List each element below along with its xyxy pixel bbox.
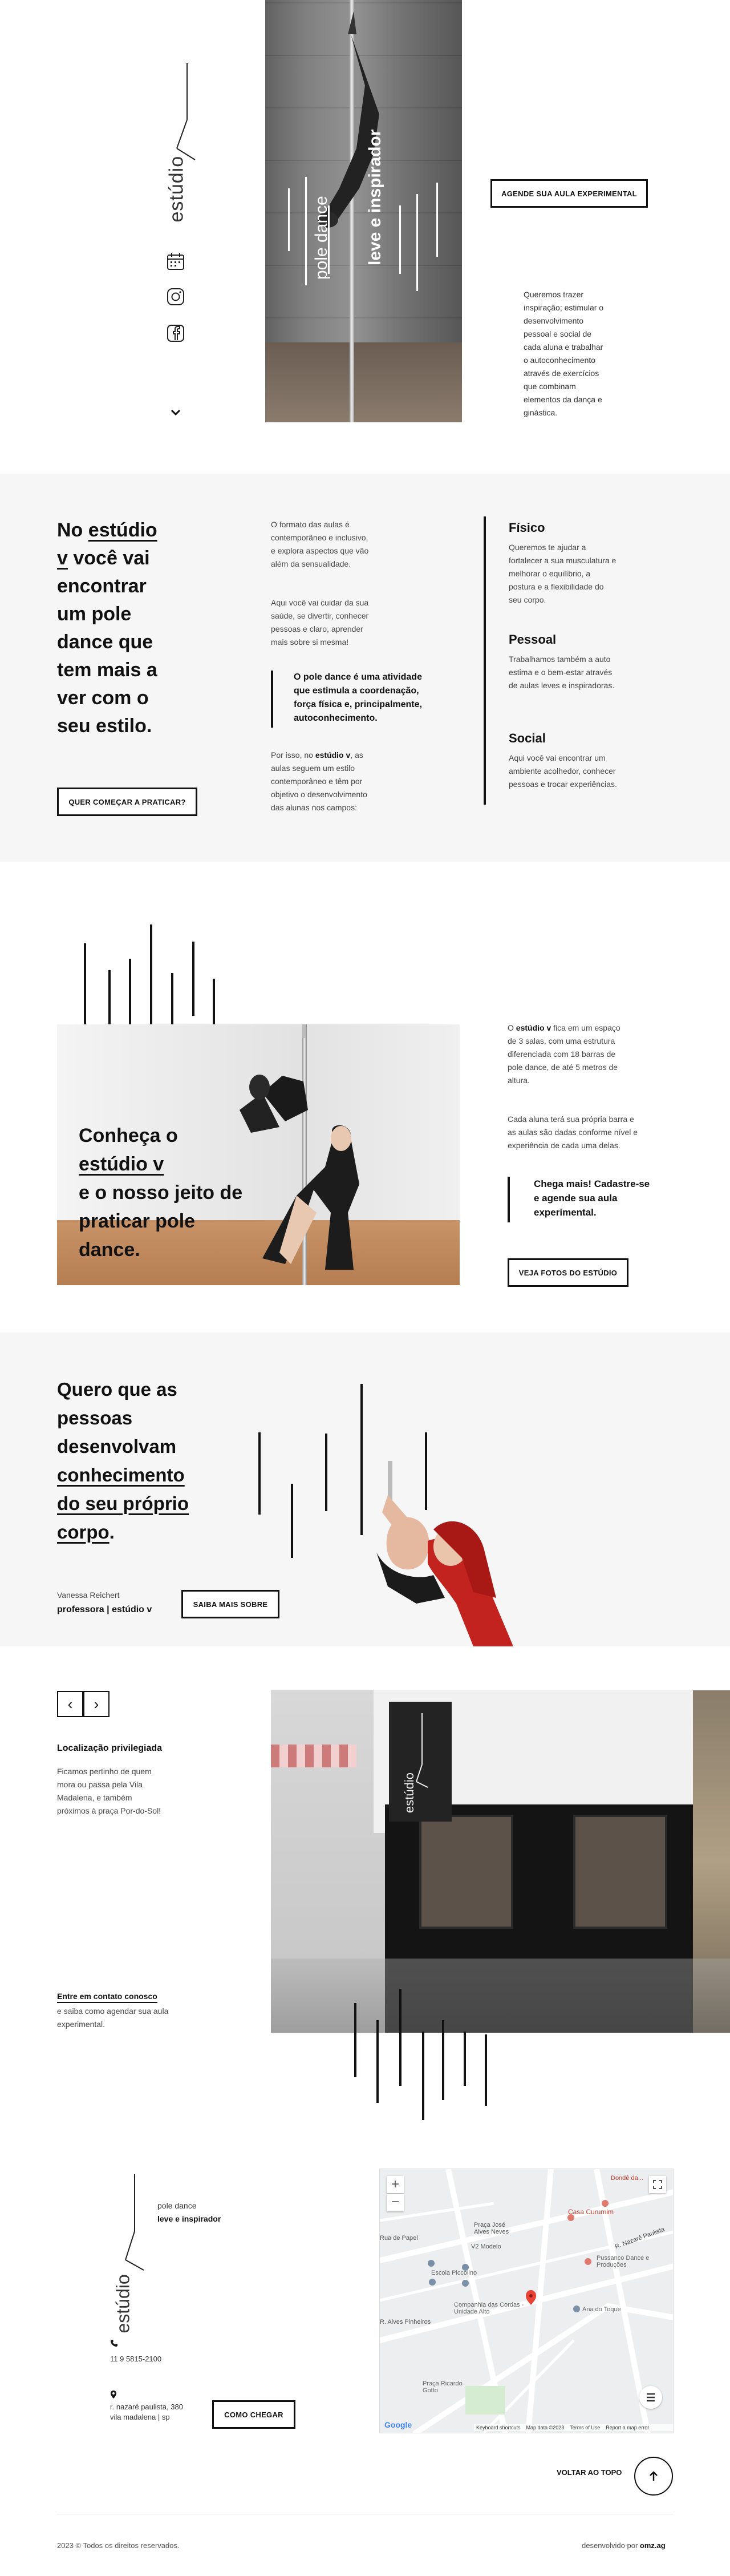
google-logo: Google (384, 2420, 412, 2429)
teacher-photo (365, 1461, 605, 1646)
address-line-2: vila madalena | sp (110, 2413, 170, 2421)
phone-icon (110, 2339, 118, 2347)
deco-line (258, 1432, 261, 1515)
learn-more-button[interactable]: SAIBA MAIS SOBRE (181, 1590, 279, 1618)
map-label: Ana do Toque (582, 2306, 621, 2313)
facebook-icon[interactable] (165, 323, 186, 344)
map-label: V2 Modelo (471, 2243, 501, 2250)
map-label: Dondê da... (611, 2175, 643, 2182)
location-title: Localização privilegiada (57, 1743, 163, 1753)
deco-line (129, 959, 131, 1027)
contact-title: Entre em contato conosco (57, 1992, 157, 2003)
brand-highlight: estúdio v (79, 1153, 164, 1175)
teacher-name: Vanessa Reichert (57, 1590, 120, 1600)
map-zoom-in-button[interactable]: + (387, 2176, 404, 2193)
deco-line (376, 2020, 379, 2103)
studio-quote: Chega mais! Cadastre-se e agende sua aul… (508, 1177, 650, 1222)
hero-tagline-1: pole dance (312, 196, 331, 280)
footer-brand-text: estúdio (112, 2274, 133, 2333)
brand-logo[interactable]: estúdio (160, 57, 200, 223)
location-text: Ficamos pertinho de quem mora ou passa p… (57, 1767, 161, 1815)
map-label: R. Alves Pinheiros (380, 2319, 431, 2325)
directions-button[interactable]: COMO CHEGAR (212, 2400, 295, 2429)
studio-paragraph-2: Cada aluna terá sua própria barra e as a… (508, 1115, 638, 1150)
map-label: Praça Ricardo Gotto (423, 2380, 463, 2394)
back-to-top-button[interactable] (634, 2457, 673, 2496)
teacher-headline: Quero que as pessoas desenvolvam conheci… (57, 1379, 189, 1543)
back-to-top-label[interactable]: VOLTAR AO TOPO (557, 2468, 622, 2477)
hero-tagline-2: leve e inspirador (366, 129, 384, 265)
benefit-social: Social Aqui você vai encontrar um ambien… (509, 731, 617, 789)
chevron-right-icon: › (94, 1695, 99, 1713)
see-studio-photos-button[interactable]: VEJA FOTOS DO ESTÚDIO (508, 1258, 628, 1287)
studio-photo: Conheça o estúdio v e o nosso jeito de p… (57, 1024, 460, 1285)
deco-line (442, 2020, 444, 2100)
address-line-1: r. nazaré paulista, 380 (110, 2403, 183, 2411)
about-paragraph-2: Aqui você vai cuidar da sua saúde, se di… (271, 598, 369, 647)
studio-headline: Conheça o estúdio v e o nosso jeito de p… (79, 1125, 243, 1261)
start-practicing-button[interactable]: QUER COMEÇAR A PRATICAR? (57, 788, 197, 816)
teacher-role: professora | estúdio v (57, 1605, 152, 1614)
studio-facade-photo: estúdio (271, 1690, 730, 2033)
studio-paragraph-1: O estúdio v fica em um espaço de 3 salas… (508, 1023, 620, 1085)
copyright: 2023 © Todos os direitos reservados. (57, 2541, 180, 2550)
developer-link[interactable]: omz.ag (640, 2541, 666, 2550)
deco-line (464, 2032, 466, 2086)
map-label: Praça José Alves Neves (474, 2222, 509, 2235)
about-paragraph-1: O formato das aulas é contemporâneo e in… (271, 520, 369, 568)
deco-line (399, 1989, 402, 2086)
deco-line (192, 942, 194, 1016)
about-headline: No estúdio v você vai encontrar um pole … (57, 519, 157, 737)
deco-line (360, 1384, 363, 1535)
scroll-down-chevron-icon[interactable] (170, 409, 181, 417)
map-zoom-out-button[interactable]: − (387, 2194, 404, 2211)
schedule-trial-class-button[interactable]: AGENDE SUA AULA EXPERIMENTAL (490, 179, 648, 208)
google-map[interactable]: Dondê da... Casa Curumim Praça José Alve… (379, 2169, 674, 2433)
brand-logo-text: estúdio (165, 155, 188, 223)
footer-tagline-2: leve e inspirador (157, 2214, 221, 2223)
about-quote: O pole dance é uma atividade que estimul… (271, 671, 422, 728)
carousel-prev-button[interactable]: ‹ (57, 1691, 83, 1717)
instagram-icon[interactable] (165, 286, 186, 307)
carousel-next-button[interactable]: › (83, 1691, 110, 1717)
map-attribution: Keyboard shortcuts Map data ©2023 Terms … (474, 2424, 673, 2431)
map-label: Escola Piccolino (431, 2270, 477, 2276)
hero-photo: pole dance leve e inspirador (265, 0, 462, 422)
benefit-fisico: Físico Queremos te ajudar a fortalecer a… (509, 520, 617, 604)
map-label: Companhia das Cordas - Unidade Alto (454, 2302, 524, 2315)
benefits-divider (484, 516, 486, 805)
contact-text: e saiba como agendar sua aula experiment… (57, 2006, 169, 2029)
map-label: Pussanco Dance e Produções (597, 2255, 650, 2268)
phone-number[interactable]: 11 9 5815-2100 (110, 2355, 161, 2363)
deco-line (325, 1434, 327, 1511)
svg-text:estúdio: estúdio (402, 1772, 416, 1813)
map-label: Rua de Papel (380, 2235, 418, 2242)
benefit-pessoal: Pessoal Trabalhamos também a auto estima… (509, 632, 615, 690)
calendar-icon[interactable] (165, 251, 186, 272)
footer-brand-logo[interactable]: estúdio (112, 2169, 152, 2333)
deco-line (422, 2032, 424, 2120)
footer-tagline-1: pole dance (157, 2201, 197, 2210)
about-paragraph-3: Por isso, no estúdio v, as aulas seguem … (271, 750, 367, 812)
location-pin-icon (110, 2390, 117, 2399)
developer-credit: desenvolvido por omz.ag (582, 2541, 666, 2550)
hero-intro-text: Queremos trazer inspiração; estimular o … (524, 290, 604, 417)
chevron-left-icon: ‹ (67, 1695, 73, 1713)
map-menu-icon[interactable] (639, 2386, 662, 2409)
deco-line (354, 2003, 356, 2077)
arrow-up-icon (650, 2471, 658, 2481)
deco-line (84, 943, 86, 1027)
deco-line (485, 2034, 487, 2106)
map-fullscreen-icon[interactable] (649, 2176, 666, 2193)
deco-line (291, 1484, 293, 1558)
map-label: Casa Curumim (568, 2208, 614, 2216)
